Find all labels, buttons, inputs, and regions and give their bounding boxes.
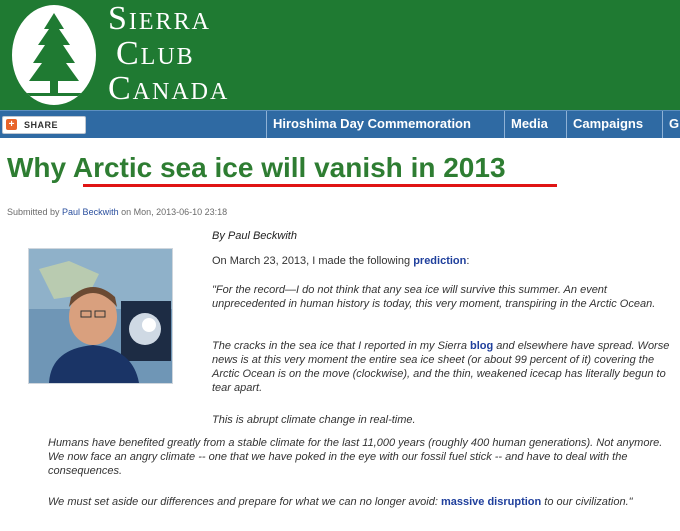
brand-line-3: Canada bbox=[108, 70, 230, 107]
quote2-text-a: The cracks in the sea ice that I reporte… bbox=[212, 340, 467, 352]
title-underline bbox=[83, 184, 557, 187]
byline: By Paul Beckwith bbox=[212, 230, 297, 242]
intro-paragraph: On March 23, 2013, I made the following … bbox=[212, 254, 672, 268]
quote-paragraph-2: The cracks in the sea ice that I reporte… bbox=[212, 339, 672, 395]
brand-line-2: Club bbox=[116, 35, 195, 72]
share-label: SHARE bbox=[24, 120, 59, 130]
brand-line-1: Sierra bbox=[108, 0, 211, 37]
quote-paragraph-1: "For the record—I do not think that any … bbox=[212, 284, 656, 310]
blog-link[interactable]: blog bbox=[470, 340, 493, 352]
author-link[interactable]: Paul Beckwith bbox=[62, 207, 119, 217]
share-button[interactable]: + SHARE bbox=[2, 116, 86, 134]
nav-item-truncated[interactable]: G bbox=[662, 111, 680, 138]
nav-item-hiroshima[interactable]: Hiroshima Day Commemoration bbox=[266, 111, 504, 138]
submitted-prefix: Submitted by bbox=[7, 207, 60, 217]
nav-item-campaigns[interactable]: Campaigns bbox=[566, 111, 662, 138]
quote5-text-a: We must set aside our differences and pr… bbox=[48, 496, 438, 508]
article: Why Arctic sea ice will vanish in 2013 S… bbox=[0, 138, 680, 531]
quote-paragraph-5: We must set aside our differences and pr… bbox=[48, 495, 670, 509]
massive-disruption-link[interactable]: massive disruption bbox=[441, 496, 541, 508]
quote5-text-b: to our civilization." bbox=[544, 496, 633, 508]
quote-paragraph-4: Humans have benefited greatly from a sta… bbox=[48, 437, 663, 477]
article-title: Why Arctic sea ice will vanish in 2013 bbox=[7, 152, 506, 183]
brand-wordmark[interactable]: Sierra Club Canada bbox=[108, 2, 229, 107]
tree-logo-icon[interactable] bbox=[10, 3, 98, 107]
quote-paragraph-3: This is abrupt climate change in real-ti… bbox=[212, 414, 416, 426]
submitted-line: Submitted by Paul Beckwith on Mon, 2013-… bbox=[7, 207, 227, 217]
prediction-link[interactable]: prediction bbox=[413, 255, 466, 267]
submitted-date: on Mon, 2013-06-10 23:18 bbox=[121, 207, 228, 217]
main-nav: + SHARE Hiroshima Day Commemoration Medi… bbox=[0, 110, 680, 139]
intro-text: On March 23, 2013, I made the following bbox=[212, 255, 411, 267]
plus-icon: + bbox=[6, 119, 17, 130]
intro-colon: : bbox=[466, 255, 470, 267]
nav-item-media[interactable]: Media bbox=[504, 111, 566, 138]
author-photo bbox=[28, 248, 173, 384]
site-header: Sierra Club Canada bbox=[0, 0, 680, 110]
